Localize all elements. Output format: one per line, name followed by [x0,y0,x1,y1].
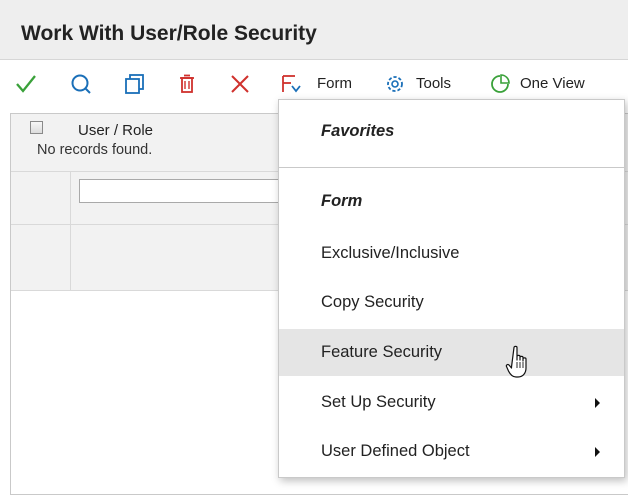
favorites-heading: Favorites [321,122,395,140]
delete-button[interactable] [175,72,199,96]
menu-item-set-up-security[interactable]: Set Up Security [279,379,624,426]
no-records-message: No records found. [37,142,153,158]
close-button[interactable] [228,72,252,96]
submenu-arrow-icon [595,398,600,408]
menu-item-label: Feature Security [321,343,443,361]
menu-heading-form: Form [279,178,624,225]
one-view-icon [491,74,510,93]
close-icon [231,75,249,93]
title-bar: Work With User/Role Security [0,0,628,60]
tools-label[interactable]: Tools [416,75,451,92]
copy-button[interactable] [123,72,147,96]
trash-icon [180,74,194,93]
select-button[interactable] [14,72,38,96]
menu-heading-favorites: Favorites [279,108,624,155]
menu-item-exclusive-inclusive[interactable]: Exclusive/Inclusive [279,230,624,277]
copy-icon [125,74,144,94]
menu-divider [279,167,624,168]
form-dropdown-menu: Favorites Form Exclusive/Inclusive Copy … [278,99,625,478]
one-view-label[interactable]: One View [520,75,585,92]
tools-button[interactable] [383,72,407,96]
menu-item-label: Set Up Security [321,393,436,411]
qbe-row-gutter [11,172,71,224]
menu-item-label: Exclusive/Inclusive [321,244,460,262]
form-exit-icon [282,75,301,93]
find-button[interactable] [69,72,93,96]
header-gutter [11,225,71,290]
one-view-button[interactable] [488,72,512,96]
check-icon [16,75,36,93]
form-heading: Form [321,192,363,210]
page-title: Work With User/Role Security [21,22,317,45]
search-icon [71,74,91,94]
hand-pointer-icon [505,345,527,378]
menu-item-feature-security[interactable]: Feature Security [279,329,624,376]
column-header-user-role[interactable]: User / Role [78,122,153,139]
menu-item-copy-security[interactable]: Copy Security [279,279,624,326]
menu-item-user-defined-object[interactable]: User Defined Object [279,428,624,475]
form-menu-label[interactable]: Form [317,75,352,92]
submenu-arrow-icon [595,447,600,457]
gear-icon [387,76,403,92]
menu-item-label: Copy Security [321,293,424,311]
menu-item-label: User Defined Object [321,442,470,460]
select-all-checkbox[interactable] [30,121,43,134]
form-menu-button[interactable] [279,72,303,96]
